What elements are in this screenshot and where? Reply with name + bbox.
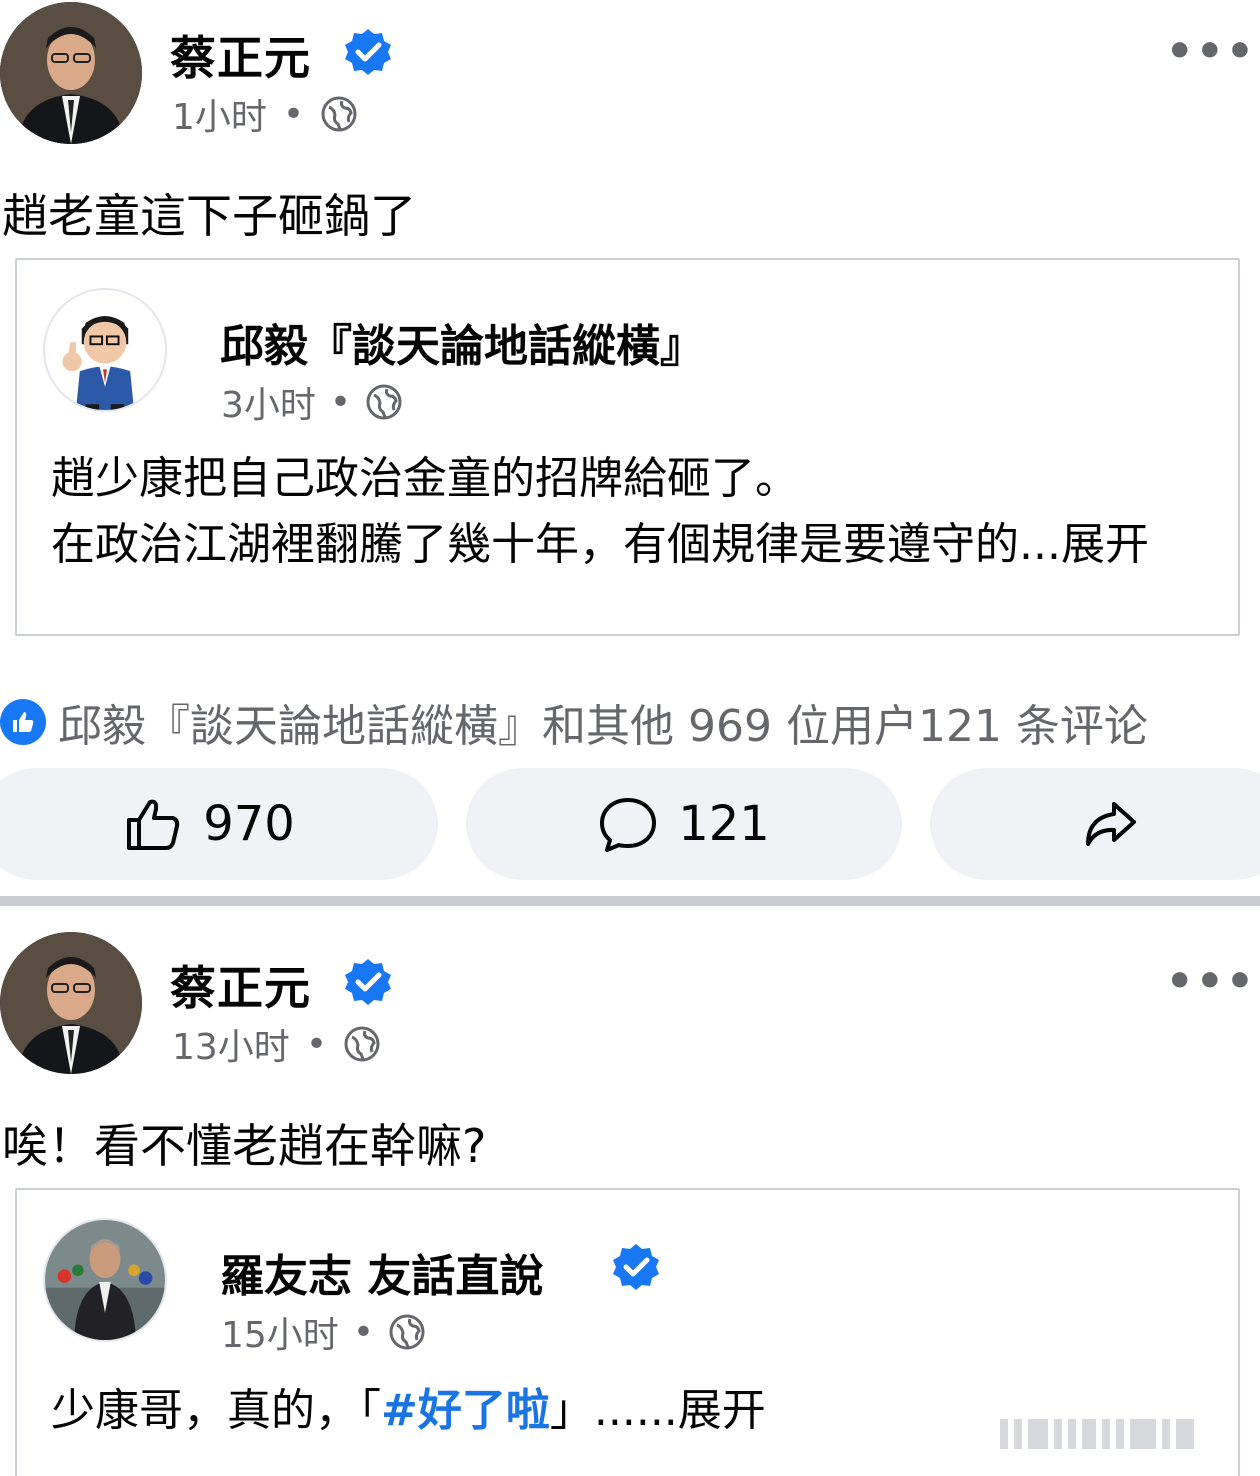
shared-author-avatar[interactable] [43, 288, 167, 412]
shared-author-name[interactable]: 羅友志 友話直說 [220, 1240, 543, 1304]
like-button[interactable]: 970 [0, 768, 438, 880]
post-header-2: 蔡正元 13小时 • ••• [0, 930, 1260, 1080]
shared-post-text: 趙少康把自己政治金童的招牌給砸了。 在政治江湖裡翻騰了幾十年，有個規律是要遵守的… [51, 446, 1149, 578]
author-name[interactable]: 蔡正元 [170, 22, 311, 88]
post-meta: 1小时 • [172, 88, 358, 140]
verified-badge-icon [613, 1244, 659, 1290]
post-divider [0, 896, 1260, 906]
shared-text-line-1: 趙少康把自己政治金童的招牌給砸了。 [51, 453, 799, 504]
reactions-summary[interactable]: 邱毅『談天論地話縱橫』和其他 969 位用户121 条评论 [0, 690, 1260, 754]
separator-dot: • [352, 1311, 375, 1353]
shared-post-meta: 3小时 • [221, 376, 403, 428]
post-text: 唉！看不懂老趙在幹嘛? [2, 1119, 487, 1173]
shared-post-card[interactable]: 邱毅『談天論地話縱橫』 3小时 • 趙少康把自己政治金童的招牌給砸了。 在政治江… [15, 258, 1240, 636]
post-meta: 13小时 • [172, 1018, 381, 1070]
like-icon [127, 799, 180, 850]
author-name[interactable]: 蔡正元 [170, 952, 311, 1018]
separator-dot: • [329, 381, 352, 423]
shared-text-suffix[interactable]: 」......展开 [550, 1385, 766, 1436]
shared-text-line-2: 在政治江湖裡翻騰了幾十年，有個規律是要遵守的...展开 [51, 519, 1149, 570]
verified-badge-icon [345, 959, 391, 1005]
globe-icon [321, 96, 357, 132]
more-options-icon[interactable]: ••• [1166, 956, 1256, 1007]
globe-icon [366, 384, 402, 420]
shared-text-prefix: 少康哥，真的，「 [51, 1385, 381, 1436]
like-count: 970 [203, 796, 295, 852]
shared-post-time[interactable]: 15小时 [221, 1306, 339, 1358]
shared-post-text: 少康哥，真的，「#好了啦」......展开 [51, 1378, 766, 1444]
comment-icon [600, 798, 657, 852]
reactions-summary-text: 邱毅『談天論地話縱橫』和其他 969 位用户121 条评论 [58, 701, 1148, 752]
author-avatar[interactable] [0, 932, 142, 1074]
post-header-1: 蔡正元 1小时 • ••• [0, 0, 1260, 150]
shared-post-time[interactable]: 3小时 [221, 376, 316, 428]
post-text: 趙老童這下子砸鍋了 [2, 189, 416, 243]
share-button[interactable] [930, 768, 1260, 880]
shared-author-name[interactable]: 邱毅『談天論地話縱橫』 [220, 310, 704, 374]
globe-icon [344, 1026, 380, 1062]
author-avatar[interactable] [0, 2, 142, 144]
watermark [1000, 1415, 1230, 1453]
verified-badge-icon [345, 29, 391, 75]
comment-button[interactable]: 121 [466, 768, 902, 880]
globe-icon [389, 1314, 425, 1350]
post-time[interactable]: 13小时 [172, 1018, 290, 1070]
shared-post-meta: 15小时 • [221, 1306, 426, 1358]
post-time[interactable]: 1小时 [172, 88, 267, 140]
like-badge-icon [0, 699, 46, 745]
hashtag-link[interactable]: #好了啦 [381, 1385, 550, 1436]
comment-count: 121 [678, 796, 770, 852]
more-options-icon[interactable]: ••• [1166, 26, 1256, 77]
separator-dot: • [305, 1023, 328, 1065]
share-icon [1086, 802, 1136, 846]
shared-author-avatar[interactable] [43, 1218, 167, 1342]
separator-dot: • [282, 93, 305, 135]
